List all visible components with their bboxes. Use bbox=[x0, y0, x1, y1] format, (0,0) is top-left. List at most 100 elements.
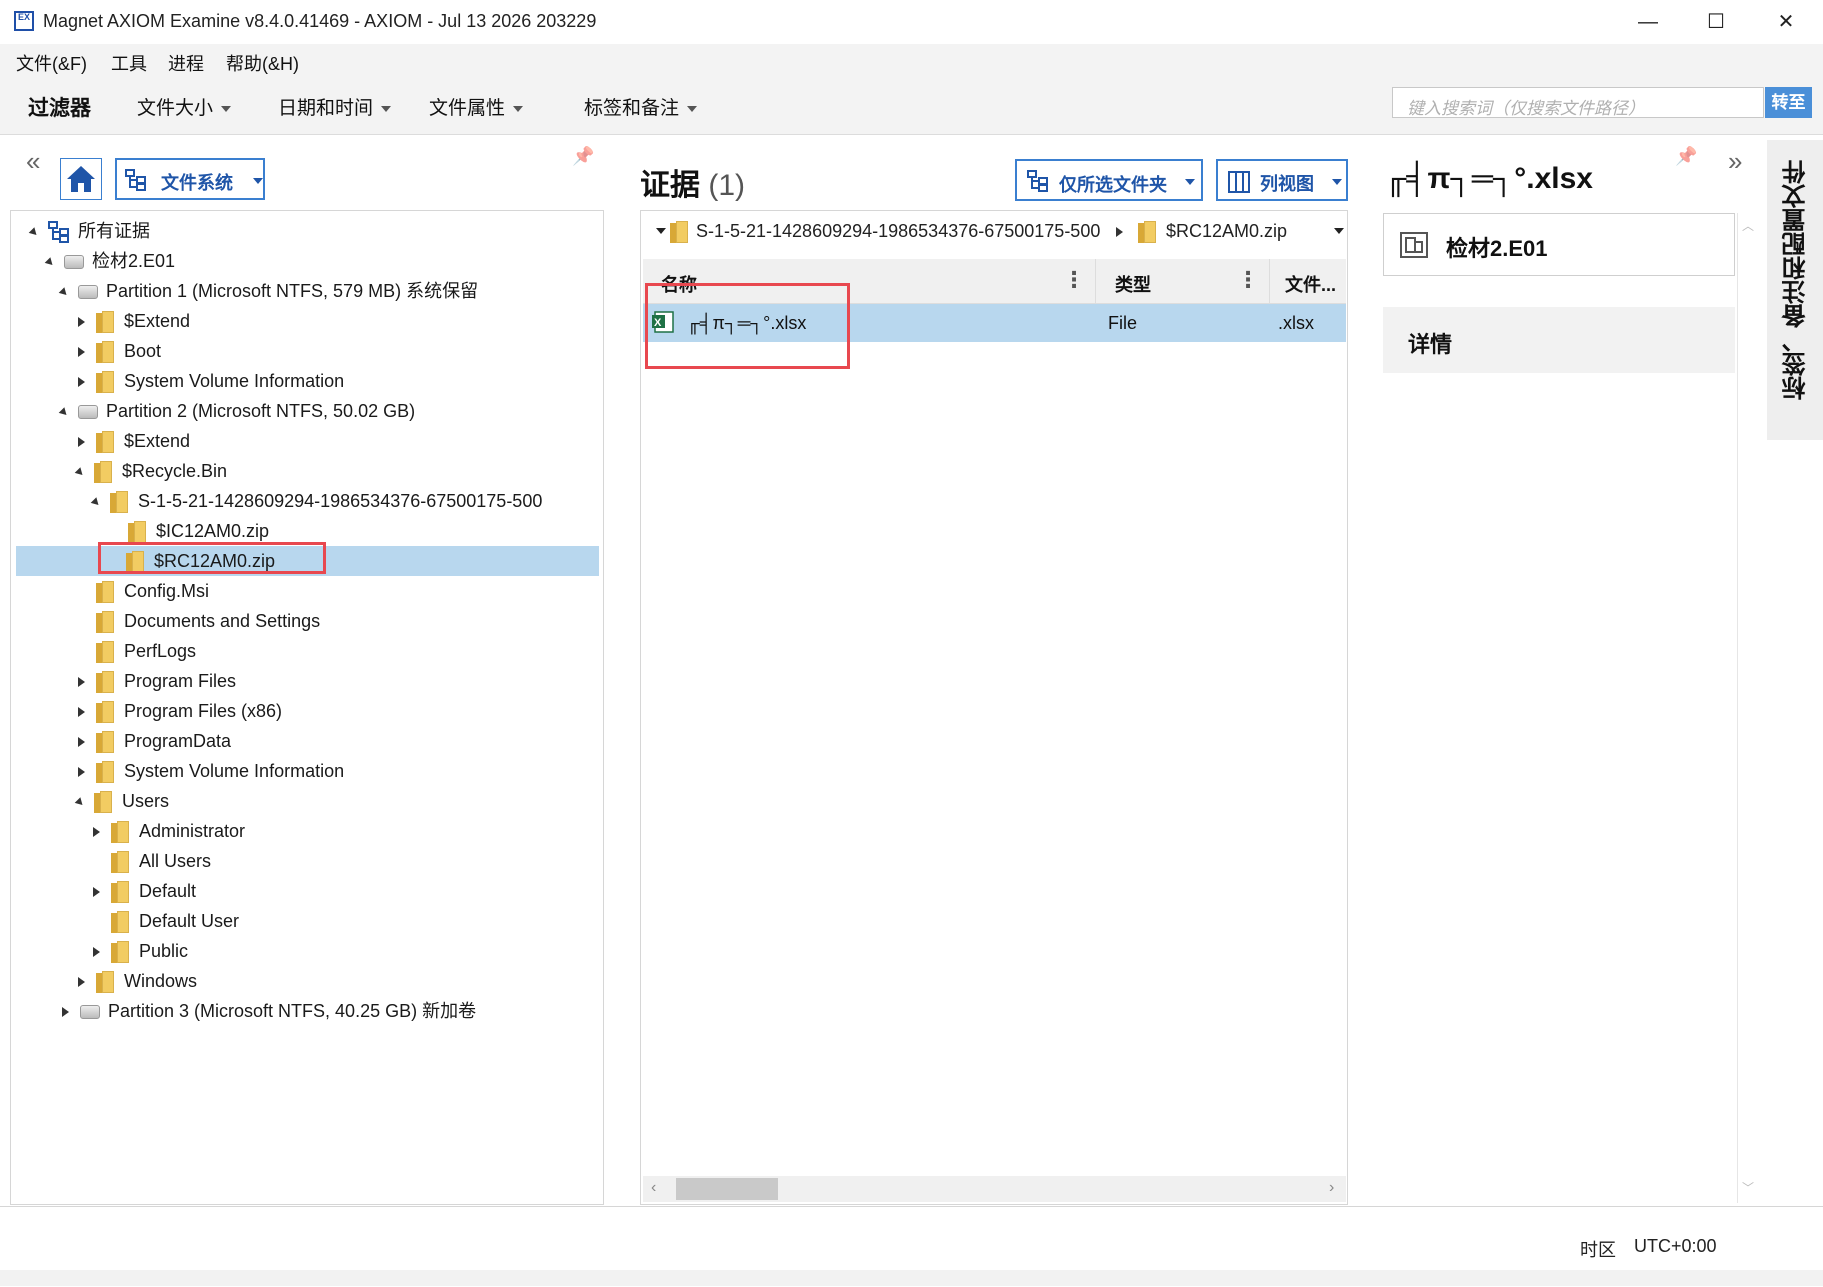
right-vertical-scrollbar[interactable]: ︿ ﹀ bbox=[1737, 213, 1758, 1203]
expand-right-icon[interactable]: » bbox=[1728, 146, 1742, 177]
tree-item[interactable]: Config.Msi bbox=[78, 576, 209, 606]
chevron-down-icon[interactable] bbox=[656, 228, 666, 234]
expand-arrow-icon[interactable] bbox=[93, 827, 100, 838]
home-button[interactable] bbox=[60, 158, 102, 200]
expand-arrow-icon[interactable] bbox=[78, 347, 85, 358]
scroll-left-icon[interactable]: ‹ bbox=[651, 1179, 656, 1197]
expand-arrow-icon[interactable] bbox=[78, 317, 85, 328]
chevron-down-icon[interactable] bbox=[1334, 228, 1344, 234]
tree-item[interactable]: S-1-5-21-1428609294-1986534376-67500175-… bbox=[90, 486, 543, 516]
tree-item[interactable]: System Volume Information bbox=[78, 366, 344, 396]
folder-icon bbox=[111, 821, 131, 844]
folder-icon bbox=[111, 941, 131, 964]
tree-item[interactable]: Partition 1 (Microsoft NTFS, 579 MB) 系统保… bbox=[58, 276, 478, 306]
tree-item[interactable]: Partition 3 (Microsoft NTFS, 40.25 GB) 新… bbox=[62, 996, 476, 1026]
tree-item[interactable]: Windows bbox=[78, 966, 197, 996]
expand-arrow-icon[interactable] bbox=[78, 977, 85, 988]
tree-item-label: $IC12AM0.zip bbox=[156, 521, 270, 541]
collapse-arrow-icon[interactable] bbox=[74, 466, 86, 478]
tree-item-label: S-1-5-21-1428609294-1986534376-67500175-… bbox=[138, 491, 543, 511]
scroll-up-icon[interactable]: ︿ bbox=[1742, 217, 1754, 234]
column-header-type[interactable]: 类型 bbox=[1115, 271, 1151, 297]
tree-item[interactable]: Default User bbox=[93, 906, 239, 936]
pin-icon[interactable]: 📌 bbox=[1675, 146, 1697, 167]
filter-tags-comments[interactable]: 标签和备注 bbox=[584, 93, 698, 120]
evidence-count: (1) bbox=[708, 169, 746, 202]
expand-arrow-icon[interactable] bbox=[78, 707, 85, 718]
tree-item-label: All Users bbox=[139, 851, 212, 871]
expand-arrow-icon[interactable] bbox=[93, 947, 100, 958]
drive-icon bbox=[78, 405, 98, 420]
collapse-left-icon[interactable]: « bbox=[26, 146, 40, 177]
tree-item[interactable]: Partition 2 (Microsoft NTFS, 50.02 GB) bbox=[58, 396, 415, 426]
side-tab-tags-comments-profiles[interactable]: 标签、备注和配置文件 bbox=[1767, 140, 1823, 440]
column-menu-icon[interactable]: ⋮ bbox=[1237, 267, 1259, 293]
tree-item-label: System Volume Information bbox=[124, 371, 345, 391]
menu-process[interactable]: 进程 bbox=[168, 50, 204, 76]
expand-arrow-icon[interactable] bbox=[78, 437, 85, 448]
column-header-file-ext[interactable]: 文件... bbox=[1285, 271, 1336, 297]
menu-tools[interactable]: 工具 bbox=[111, 50, 147, 76]
tree-item[interactable]: Program Files (x86) bbox=[78, 696, 282, 726]
expand-arrow-icon[interactable] bbox=[78, 377, 85, 388]
expand-arrow-icon[interactable] bbox=[93, 887, 100, 898]
tree-item[interactable]: Documents and Settings bbox=[78, 606, 320, 636]
breadcrumb-item[interactable]: $RC12AM0.zip bbox=[1166, 221, 1287, 242]
minimize-button[interactable]: — bbox=[1620, 6, 1676, 38]
collapse-arrow-icon[interactable] bbox=[90, 496, 102, 508]
filesystem-view-button[interactable]: 文件系统 bbox=[115, 158, 265, 200]
collapse-arrow-icon[interactable] bbox=[44, 256, 56, 268]
tree-item[interactable]: $Recycle.Bin bbox=[74, 456, 228, 486]
columns-icon bbox=[1228, 171, 1250, 193]
collapse-arrow-icon[interactable] bbox=[74, 796, 86, 808]
collapse-arrow-icon[interactable] bbox=[58, 406, 70, 418]
tree-item[interactable]: ProgramData bbox=[78, 726, 231, 756]
tree-item[interactable]: PerfLogs bbox=[78, 636, 196, 666]
tree-item[interactable]: Program Files bbox=[78, 666, 236, 696]
evidence-title: 证据 (1) bbox=[640, 160, 745, 204]
tree-item[interactable]: Public bbox=[93, 936, 188, 966]
horizontal-scrollbar[interactable]: ‹ › bbox=[643, 1176, 1346, 1202]
selected-folder-only-label: 仅所选文件夹 bbox=[1059, 175, 1167, 195]
evidence-source-card: 检材2.E01 bbox=[1383, 213, 1735, 276]
breadcrumb-item[interactable]: S-1-5-21-1428609294-1986534376-67500175-… bbox=[696, 221, 1100, 242]
search-input[interactable]: 键入搜索词（仅搜索文件路径） bbox=[1392, 87, 1764, 118]
menu-help[interactable]: 帮助(&H) bbox=[226, 50, 299, 76]
scroll-down-icon[interactable]: ﹀ bbox=[1742, 1179, 1754, 1196]
maximize-button[interactable]: ☐ bbox=[1688, 6, 1744, 38]
tree-item[interactable]: Users bbox=[74, 786, 169, 816]
filter-file-attributes[interactable]: 文件属性 bbox=[429, 93, 524, 120]
filter-date-time[interactable]: 日期和时间 bbox=[278, 93, 392, 120]
collapse-arrow-icon[interactable] bbox=[28, 226, 40, 238]
chevron-down-icon bbox=[381, 105, 392, 112]
goto-button[interactable]: 转至 bbox=[1765, 87, 1812, 118]
tree-item[interactable]: All Users bbox=[93, 846, 211, 876]
tree-item[interactable]: $Extend bbox=[78, 306, 190, 336]
tree-item[interactable]: 检材2.E01 bbox=[44, 246, 175, 276]
scrollbar-thumb[interactable] bbox=[676, 1178, 778, 1200]
tree-item[interactable]: Boot bbox=[78, 336, 161, 366]
tree-item[interactable]: Administrator bbox=[93, 816, 245, 846]
tree-item[interactable]: $Extend bbox=[78, 426, 190, 456]
column-view-button[interactable]: 列视图 bbox=[1216, 159, 1348, 201]
tree-item-label: $Recycle.Bin bbox=[122, 461, 228, 481]
tree-item[interactable]: Default bbox=[93, 876, 196, 906]
tree-item[interactable]: System Volume Information bbox=[78, 756, 344, 786]
expand-arrow-icon[interactable] bbox=[78, 737, 85, 748]
selected-folder-only-button[interactable]: 仅所选文件夹 bbox=[1015, 159, 1203, 201]
expand-arrow-icon[interactable] bbox=[78, 677, 85, 688]
column-menu-icon[interactable]: ⋮ bbox=[1063, 267, 1085, 293]
folder-icon bbox=[96, 971, 116, 994]
timezone-value[interactable]: UTC+0:00 bbox=[1634, 1236, 1717, 1257]
scroll-right-icon[interactable]: › bbox=[1329, 1179, 1334, 1197]
close-button[interactable]: ✕ bbox=[1758, 6, 1814, 38]
expand-arrow-icon[interactable] bbox=[78, 767, 85, 778]
filter-file-size[interactable]: 文件大小 bbox=[137, 93, 232, 120]
pin-icon[interactable]: 📌 bbox=[572, 146, 594, 167]
menu-file[interactable]: 文件(&F) bbox=[16, 50, 87, 76]
expand-arrow-icon[interactable] bbox=[62, 1007, 69, 1018]
collapse-arrow-icon[interactable] bbox=[58, 286, 70, 298]
tree-icon bbox=[125, 169, 146, 191]
details-section[interactable]: 详情 bbox=[1383, 307, 1735, 373]
tree-item[interactable]: 所有证据 bbox=[28, 216, 150, 246]
